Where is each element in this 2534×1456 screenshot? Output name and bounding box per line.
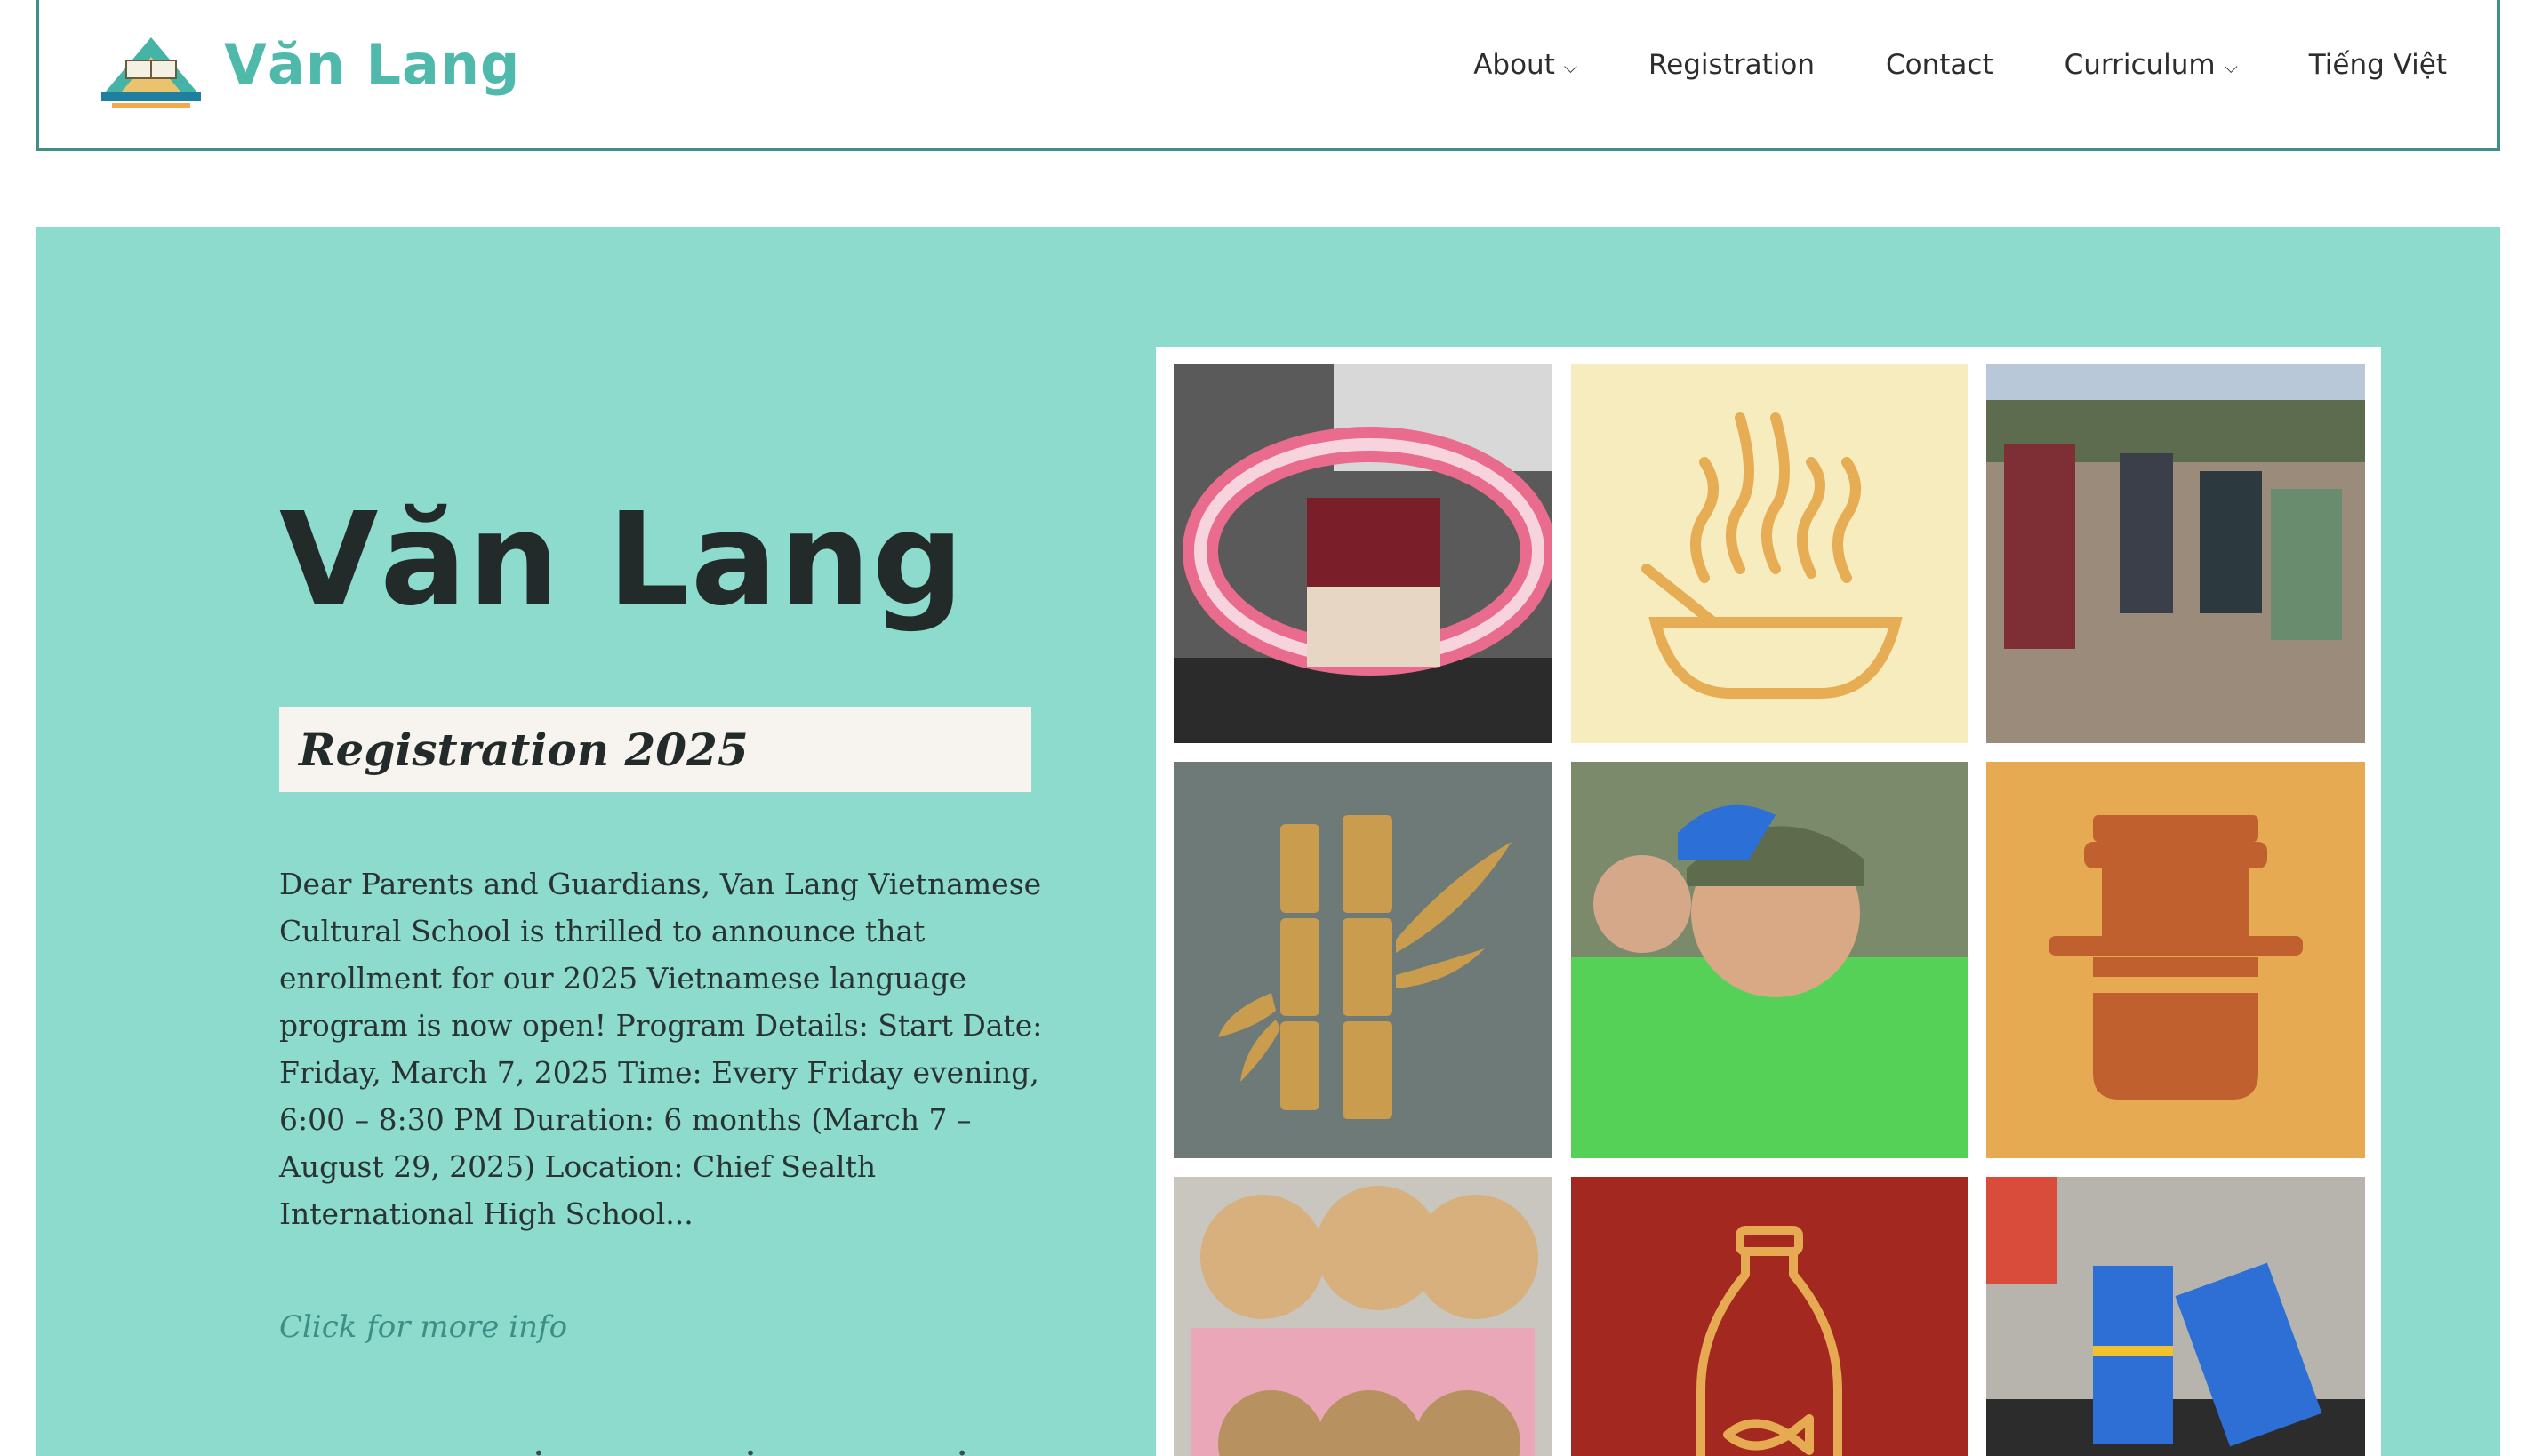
photo-martial-arts	[1986, 1177, 2365, 1456]
nav-language-label: Tiếng Việt	[2308, 49, 2447, 81]
tile-fish-sauce	[1571, 1177, 1968, 1456]
martial-arts-photo	[1986, 1177, 2365, 1456]
more-info-link[interactable]: Click for more info	[279, 1309, 567, 1345]
van-lang-logo-icon[interactable]	[94, 30, 208, 112]
tile-pho-bowl	[1571, 364, 1968, 743]
carousel-dots[interactable]: • • •	[533, 1443, 1065, 1456]
main-nav: About ⌵ Registration Contact Curriculum …	[1473, 0, 2447, 130]
bamboo-icon	[1174, 762, 1552, 1158]
nav-curriculum-label: Curriculum	[2064, 49, 2216, 81]
tile-coffee-filter	[1986, 762, 2365, 1158]
pho-bowl-icon	[1571, 364, 1968, 743]
image-collage	[1156, 347, 2381, 1456]
chevron-down-icon: ⌵	[1563, 56, 1578, 77]
kids-green-shirts-photo	[1571, 762, 1968, 1158]
photo-kids-green-shirts	[1571, 762, 1968, 1158]
fish-sauce-bottle-icon	[1571, 1177, 1968, 1456]
nav-registration-label: Registration	[1648, 49, 1815, 81]
beach-activity-photo	[1986, 364, 2365, 743]
post-excerpt: Dear Parents and Guardians, Van Lang Vie…	[279, 867, 1043, 1231]
coffee-filter-icon	[1986, 762, 2365, 1158]
fan-dance-photo	[1174, 364, 1552, 743]
nav-contact-label: Contact	[1885, 49, 1993, 81]
tile-bamboo	[1174, 762, 1552, 1158]
nav-registration[interactable]: Registration	[1648, 49, 1815, 81]
site-header: Văn Lang About ⌵ Registration Contact Cu…	[36, 0, 2500, 151]
nav-curriculum[interactable]: Curriculum ⌵	[2065, 49, 2238, 81]
nav-about-label: About	[1473, 49, 1555, 81]
conical-hats-photo	[1174, 1177, 1552, 1456]
photo-beach-activity	[1986, 364, 2365, 743]
site-brand[interactable]: Văn Lang	[224, 32, 520, 97]
photo-fan-dance	[1174, 364, 1552, 743]
nav-about[interactable]: About ⌵	[1473, 49, 1577, 81]
chevron-down-icon: ⌵	[2224, 56, 2238, 77]
nav-contact[interactable]: Contact	[1886, 49, 1993, 81]
post-title[interactable]: Registration 2025	[299, 724, 749, 776]
post-title-box[interactable]: Registration 2025	[279, 707, 1031, 792]
hero-title: Văn Lang	[279, 484, 966, 634]
hero-section: Văn Lang Registration 2025 Dear Parents …	[36, 227, 2500, 1456]
nav-language-vietnamese[interactable]: Tiếng Việt	[2309, 49, 2447, 81]
photo-conical-hats	[1174, 1177, 1552, 1456]
